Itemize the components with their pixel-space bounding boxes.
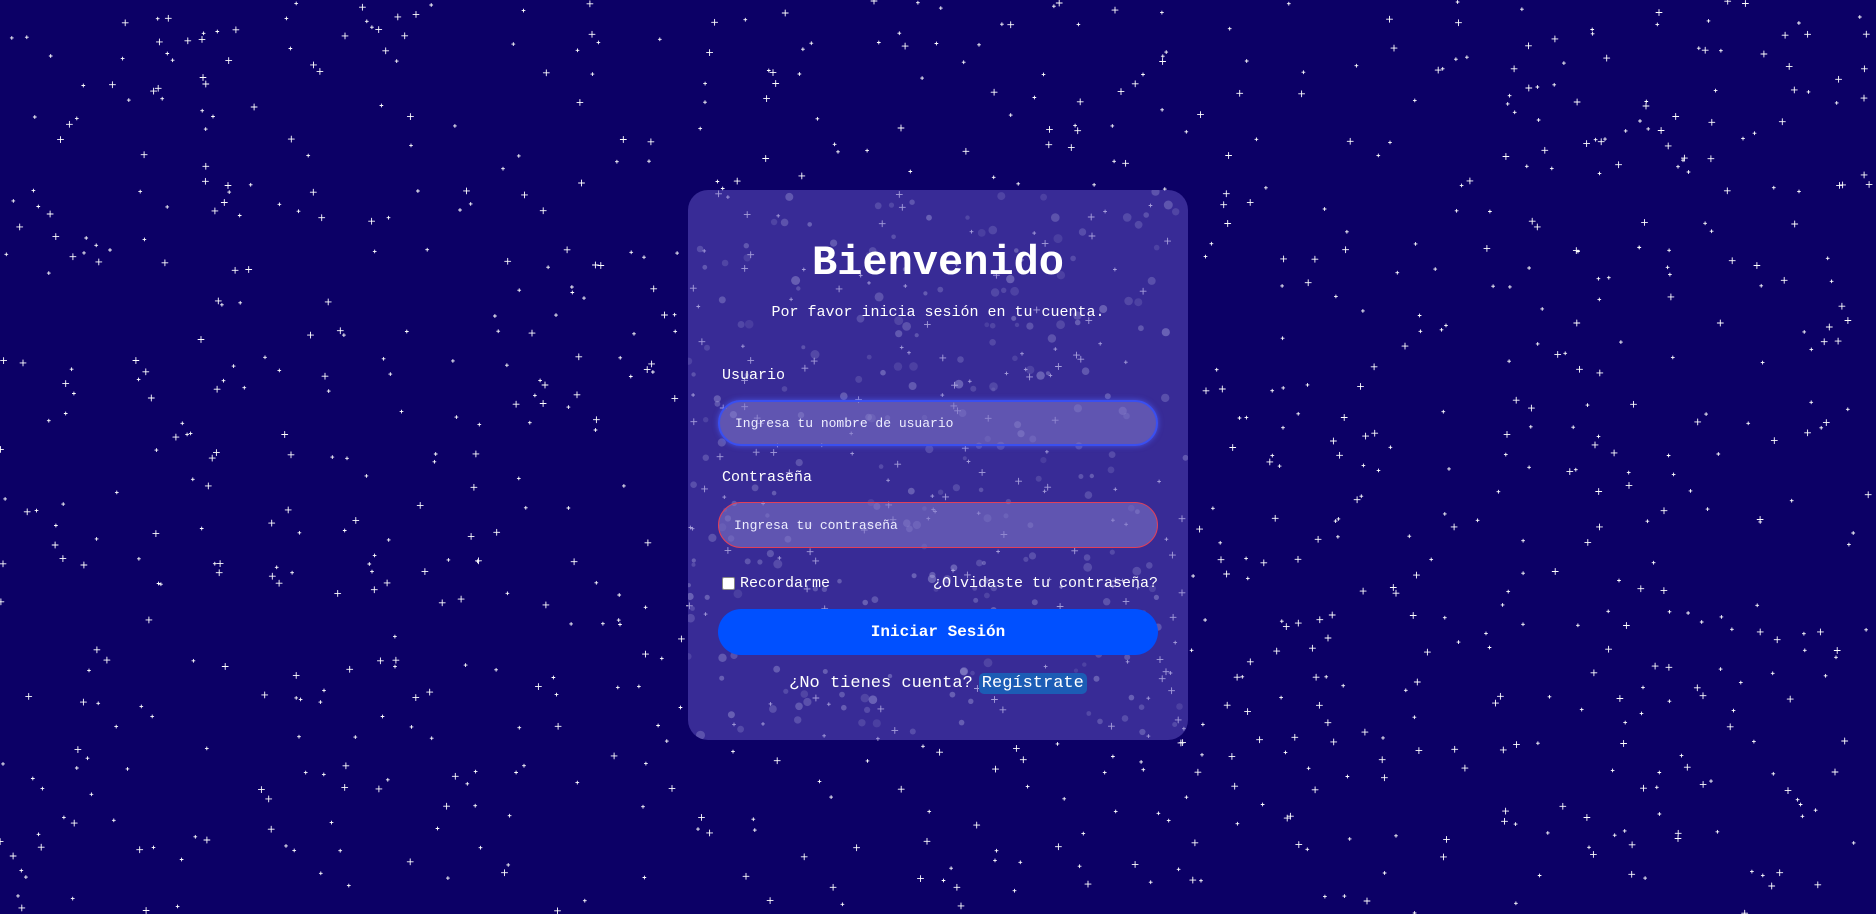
remember-label: Recordarme — [740, 575, 831, 592]
forgot-password-link[interactable]: ¿Olvidaste tu contraseña? — [933, 575, 1158, 592]
password-label: Contraseña — [722, 469, 813, 486]
page-title: Bienvenido — [811, 239, 1065, 287]
remember-checkbox[interactable] — [722, 577, 735, 590]
login-card: Bienvenido Por favor inicia sesión en tu… — [688, 190, 1188, 740]
login-button[interactable]: Iniciar Sesión — [718, 609, 1158, 655]
username-label: Usuario — [722, 367, 786, 384]
options-row: Recordarme ¿Olvidaste tu contraseña? — [722, 575, 1158, 595]
password-input[interactable] — [718, 502, 1158, 548]
no-account-text: ¿No tienes cuenta? — [789, 674, 973, 693]
signup-link[interactable]: Regístrate — [978, 673, 1087, 694]
page-subtitle: Por favor inicia sesión en tu cuenta. — [771, 304, 1105, 321]
remember-me[interactable]: Recordarme — [722, 575, 830, 592]
username-input[interactable] — [718, 400, 1158, 446]
signup-row: ¿No tienes cuenta? Regístrate — [688, 673, 1188, 694]
